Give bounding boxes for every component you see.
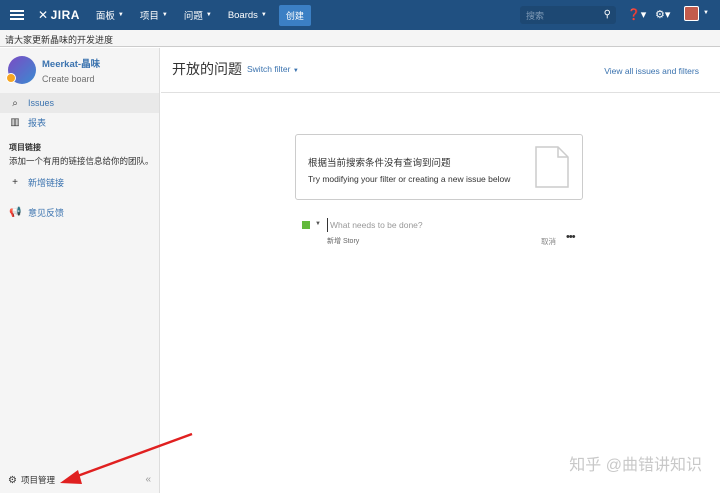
- sidebar-item-reports[interactable]: ▥ 报表: [0, 112, 159, 132]
- search-input[interactable]: 搜索 ⚲: [520, 6, 616, 24]
- issues-icon: ⌕: [12, 97, 18, 109]
- chevron-down-icon: ▼: [292, 68, 299, 74]
- add-link-button[interactable]: + 新增链接: [0, 172, 159, 192]
- project-links-heading: 项目链接: [9, 143, 41, 152]
- switch-filter-dropdown[interactable]: Switch filter ▼: [247, 64, 299, 74]
- jira-logo[interactable]: ✕ JIRA: [38, 8, 80, 22]
- jira-logo-icon: ✕: [38, 8, 49, 22]
- main-header: 开放的问题 Switch filter ▼ View all issues an…: [161, 48, 720, 93]
- chevron-down-icon: ▼: [117, 12, 124, 18]
- issue-type-label: 新增 Story: [327, 238, 360, 245]
- nav-issues[interactable]: 问题 ▼: [184, 8, 212, 22]
- chevron-down-icon[interactable]: ▼: [315, 221, 321, 227]
- story-type-icon[interactable]: [302, 221, 310, 229]
- more-options-icon[interactable]: •••: [566, 231, 576, 243]
- top-navigation: ✕ JIRA 面板 ▼ 项目 ▼ 问题 ▼ Boards ▼ 创建 搜索 ⚲ ❓▾ ⚙▾…: [0, 0, 720, 30]
- quick-create-issue: ▼ What needs to be done? 新增 Story 取消 •••: [302, 218, 582, 248]
- project-admin-link[interactable]: ⚙ 项目管理 «: [0, 467, 159, 493]
- project-links-description: 添加一个有用的链接信息给你的团队。: [9, 156, 154, 166]
- view-all-issues-link[interactable]: View all issues and filters: [604, 66, 699, 76]
- empty-state-title: 根据当前搜索条件没有查询到问题: [308, 158, 451, 169]
- chevron-down-icon: ▼: [260, 12, 267, 18]
- project-avatar: [6, 56, 36, 84]
- user-avatar[interactable]: ▼: [684, 6, 709, 21]
- document-icon: [535, 146, 569, 188]
- nav-dashboards[interactable]: 面板 ▼: [96, 8, 124, 22]
- search-icon: ⚲: [603, 9, 611, 20]
- cancel-button[interactable]: 取消: [541, 236, 556, 247]
- project-sidebar: Meerkat-晶味 Create board ⌕ Issues ▥ 报表 项目…: [0, 48, 160, 493]
- watermark: 知乎 @曲错讲知识: [569, 457, 702, 474]
- menu-icon[interactable]: [10, 10, 24, 20]
- empty-state-message: Try modifying your filter or creating a …: [308, 174, 511, 184]
- help-icon[interactable]: ❓▾: [627, 8, 646, 21]
- reports-icon: ▥: [10, 116, 20, 128]
- chevron-down-icon: ▼: [703, 10, 709, 16]
- sidebar-item-issues[interactable]: ⌕ Issues: [0, 93, 159, 113]
- chevron-down-icon: ▼: [205, 12, 212, 18]
- gear-icon[interactable]: ⚙▾: [655, 8, 670, 21]
- empty-state-panel: 根据当前搜索条件没有查询到问题 Try modifying your filte…: [295, 134, 583, 200]
- megaphone-icon: 📢: [9, 206, 22, 218]
- page-title: 开放的问题: [172, 61, 242, 77]
- create-board-link[interactable]: Create board: [42, 74, 100, 84]
- summary-input[interactable]: What needs to be done?: [327, 218, 557, 232]
- create-button[interactable]: 创建: [278, 4, 311, 26]
- project-header[interactable]: Meerkat-晶味 Create board: [6, 56, 100, 84]
- announcement-banner: 请大家更新晶味的开发进度: [0, 30, 720, 47]
- collapse-sidebar-icon[interactable]: «: [145, 474, 151, 485]
- main-content: 开放的问题 Switch filter ▼ View all issues an…: [161, 48, 720, 493]
- project-name[interactable]: Meerkat-晶味: [42, 56, 100, 70]
- gear-icon: ⚙: [8, 474, 17, 486]
- plus-icon: +: [12, 176, 18, 188]
- nav-projects[interactable]: 项目 ▼: [140, 8, 168, 22]
- chevron-down-icon: ▼: [161, 12, 168, 18]
- project-avatar-badge: [6, 73, 16, 83]
- nav-boards[interactable]: Boards ▼: [228, 10, 267, 21]
- feedback-link[interactable]: 📢 意见反馈: [0, 202, 159, 222]
